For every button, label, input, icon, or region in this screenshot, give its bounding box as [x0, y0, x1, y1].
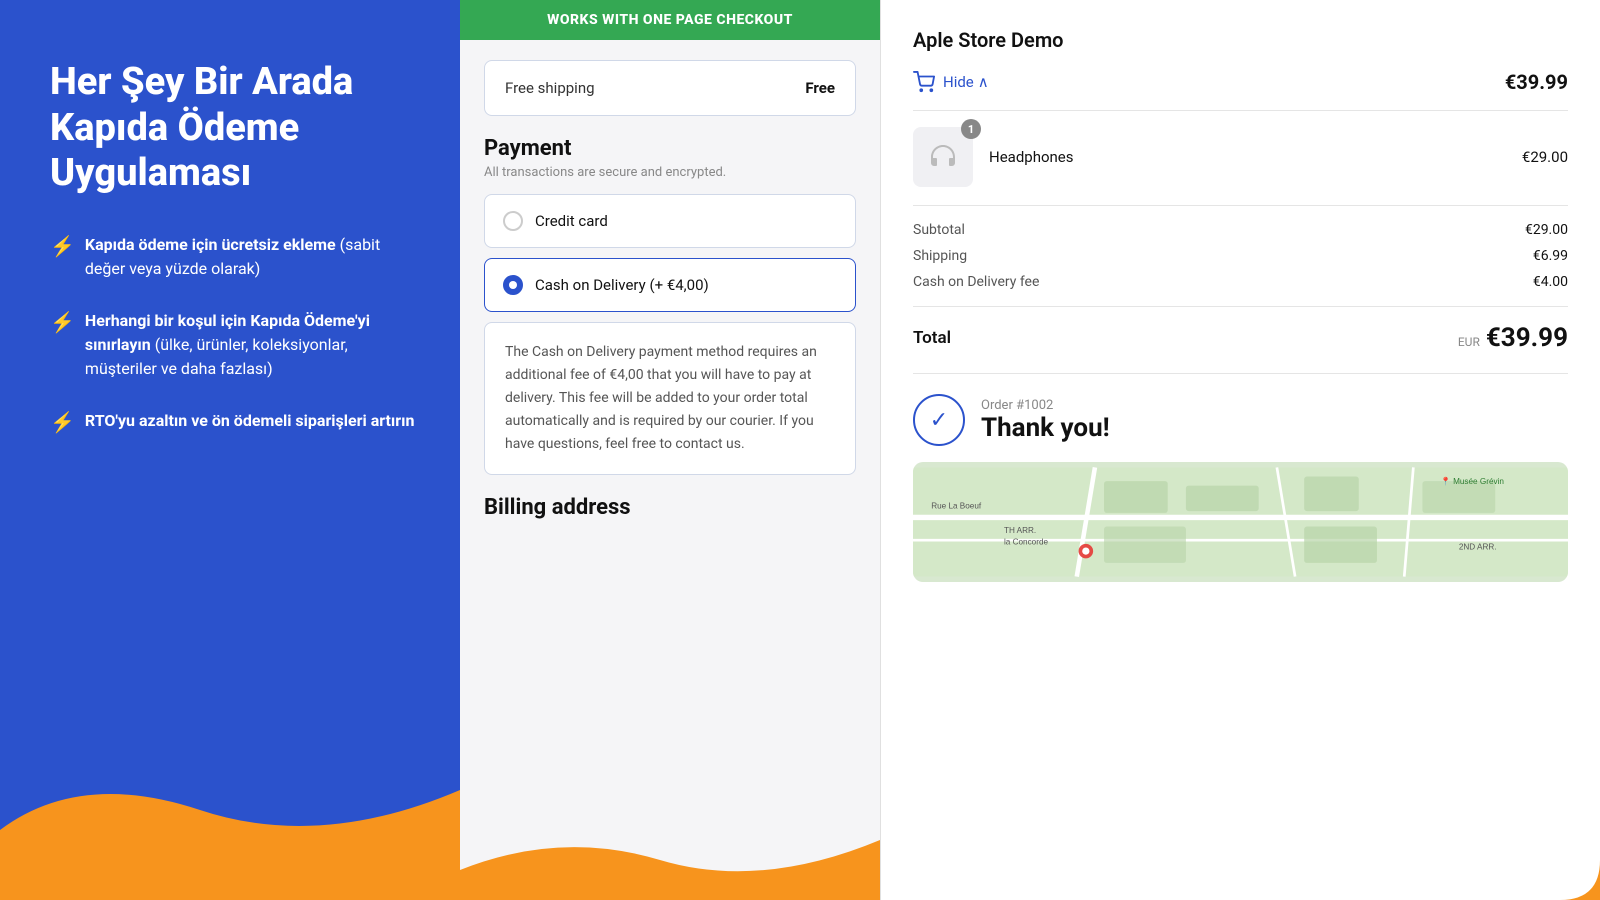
- payment-subtitle: All transactions are secure and encrypte…: [484, 165, 856, 180]
- cod-fee-label: Cash on Delivery fee: [913, 274, 1039, 290]
- summary-rows: Subtotal €29.00 Shipping €6.99 Cash on D…: [913, 222, 1568, 307]
- orange-wave: [0, 740, 460, 900]
- product-name: Headphones: [989, 148, 1506, 166]
- cod-option[interactable]: Cash on Delivery (+ €4,00): [484, 258, 856, 312]
- total-label: Total: [913, 328, 951, 348]
- credit-card-option[interactable]: Credit card: [484, 194, 856, 248]
- svg-text:Rue La Boeuf: Rue La Boeuf: [931, 501, 982, 510]
- shipping-sum-label: Shipping: [913, 248, 967, 264]
- payment-section: Payment All transactions are secure and …: [484, 136, 856, 475]
- feature-item-3: ⚡ RTO'yu azaltın ve ön ödemeli siparişle…: [50, 409, 420, 434]
- feature-list: ⚡ Kapıda ödeme için ücretsiz ekleme (sab…: [50, 233, 420, 434]
- right-bottom-wave: [1480, 820, 1600, 900]
- cod-radio-inner: [509, 281, 517, 289]
- shipping-box: Free shipping Free: [484, 60, 856, 116]
- cod-radio[interactable]: [503, 275, 523, 295]
- product-image-wrap: 1: [913, 127, 973, 187]
- store-name: Aple Store Demo: [913, 28, 1568, 52]
- middle-content: Free shipping Free Payment All transacti…: [460, 40, 880, 900]
- billing-section: Billing address: [484, 495, 856, 530]
- subtotal-label: Subtotal: [913, 222, 965, 238]
- total-right: EUR €39.99: [1458, 323, 1568, 353]
- cod-label: Cash on Delivery (+ €4,00): [535, 276, 709, 294]
- middle-panel: WORKS WITH ONE PAGE CHECKOUT Free shippi…: [460, 0, 880, 900]
- chevron-up-icon: ∧: [978, 73, 989, 91]
- feature-text-1: Kapıda ödeme için ücretsiz ekleme (sabit…: [85, 233, 420, 281]
- subtotal-value: €29.00: [1525, 222, 1568, 238]
- cart-header: Hide ∧ €39.99: [913, 70, 1568, 111]
- subtotal-row: Subtotal €29.00: [913, 222, 1568, 238]
- check-circle: ✓: [913, 394, 965, 446]
- cod-fee-row: Cash on Delivery fee €4.00: [913, 274, 1568, 290]
- payment-title: Payment: [484, 136, 856, 161]
- product-qty-badge: 1: [961, 119, 981, 139]
- product-row: 1 Headphones €29.00: [913, 127, 1568, 206]
- feature-item-2: ⚡ Herhangi bir koşul için Kapıda Ödeme'y…: [50, 309, 420, 381]
- cod-fee-value: €4.00: [1533, 274, 1568, 290]
- right-panel: Aple Store Demo Hide ∧ €39.99 1: [880, 0, 1600, 900]
- total-amount: €39.99: [1486, 323, 1568, 353]
- feature-text-2: Herhangi bir koşul için Kapıda Ödeme'yi …: [85, 309, 420, 381]
- product-price: €29.00: [1522, 148, 1568, 166]
- shipping-label: Free shipping: [505, 79, 595, 97]
- shipping-price: Free: [805, 79, 835, 97]
- cod-info-text: The Cash on Delivery payment method requ…: [505, 341, 835, 456]
- bolt-icon-3: ⚡: [50, 410, 75, 434]
- bolt-icon-2: ⚡: [50, 310, 75, 334]
- credit-card-radio[interactable]: [503, 211, 523, 231]
- svg-text:TH ARR.: TH ARR.: [1004, 526, 1036, 535]
- svg-text:2ND ARR.: 2ND ARR.: [1459, 542, 1497, 551]
- works-badge: WORKS WITH ONE PAGE CHECKOUT: [460, 0, 880, 40]
- currency-label: EUR: [1458, 335, 1480, 349]
- cart-icon: [913, 71, 935, 93]
- cod-info-box: The Cash on Delivery payment method requ…: [484, 322, 856, 475]
- order-number: Order #1002: [981, 398, 1110, 413]
- billing-title: Billing address: [484, 495, 856, 520]
- map-placeholder: Rue La Boeuf 📍 Musée Grévin TH ARR. la C…: [913, 462, 1568, 582]
- feature-item-1: ⚡ Kapıda ödeme için ücretsiz ekleme (sab…: [50, 233, 420, 281]
- shipping-sum-value: €6.99: [1533, 248, 1568, 264]
- cart-left: Hide ∧: [913, 71, 989, 93]
- bolt-icon-1: ⚡: [50, 234, 75, 258]
- map-svg: Rue La Boeuf 📍 Musée Grévin TH ARR. la C…: [913, 462, 1568, 582]
- thankyou-text: Order #1002 Thank you!: [981, 398, 1110, 443]
- check-icon: ✓: [930, 408, 948, 433]
- thankyou-message: Thank you!: [981, 413, 1110, 443]
- svg-text:📍 Musée Grévin: 📍 Musée Grévin: [1441, 476, 1505, 486]
- feature-text-3: RTO'yu azaltın ve ön ödemeli siparişleri…: [85, 409, 415, 433]
- svg-text:la Concorde: la Concorde: [1004, 538, 1049, 547]
- shipping-row: Shipping €6.99: [913, 248, 1568, 264]
- hide-label: Hide: [943, 73, 974, 91]
- thankyou-row: ✓ Order #1002 Thank you!: [913, 394, 1568, 446]
- cart-total: €39.99: [1505, 70, 1568, 94]
- left-panel: Her Şey Bir AradaKapıda ÖdemeUygulaması …: [0, 0, 460, 900]
- headphones-icon: [925, 139, 961, 175]
- middle-bottom-wave: [460, 820, 880, 900]
- hide-button[interactable]: Hide ∧: [943, 73, 989, 91]
- total-row: Total EUR €39.99: [913, 323, 1568, 374]
- hero-title: Her Şey Bir AradaKapıda ÖdemeUygulaması: [50, 60, 420, 197]
- credit-card-label: Credit card: [535, 212, 608, 230]
